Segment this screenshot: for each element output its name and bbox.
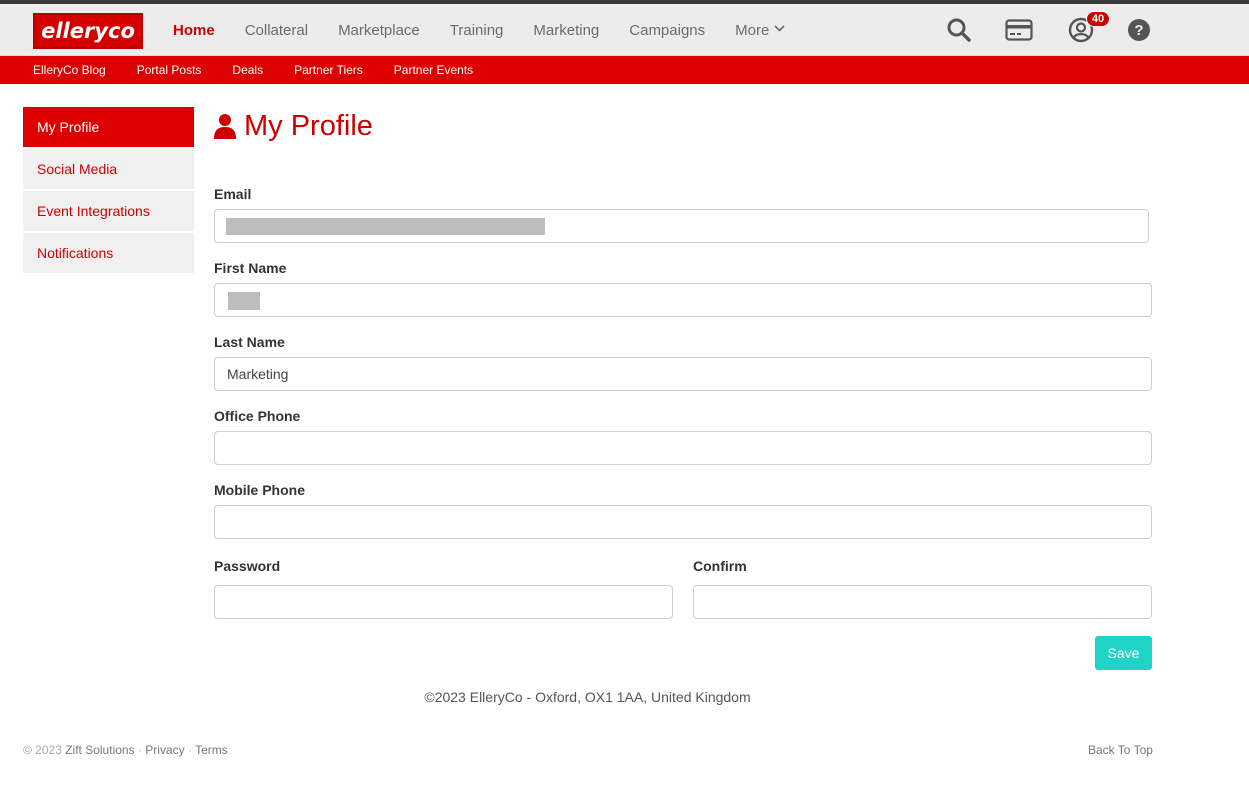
subnav-blog[interactable]: ElleryCo Blog — [33, 63, 106, 77]
nav-marketing[interactable]: Marketing — [533, 22, 599, 39]
notification-badge: 40 — [1086, 11, 1110, 27]
nav-training[interactable]: Training — [450, 22, 504, 39]
user-icon — [214, 114, 236, 139]
back-to-top-link[interactable]: Back To Top — [1088, 743, 1153, 757]
sidebar-item-notifications[interactable]: Notifications — [23, 233, 194, 273]
confirm-label: Confirm — [693, 558, 747, 574]
sidebar-item-my-profile[interactable]: My Profile — [23, 107, 194, 147]
sub-navbar: ElleryCo Blog Portal Posts Deals Partner… — [0, 56, 1249, 84]
chevron-down-icon — [774, 25, 785, 32]
main-navbar: elleryco Home Collateral Marketplace Tra… — [0, 4, 1249, 56]
office-phone-field[interactable] — [214, 431, 1152, 465]
subnav-partner-tiers[interactable]: Partner Tiers — [294, 63, 363, 77]
nav-more-label: More — [735, 21, 770, 39]
company-copyright: ©2023 ElleryCo - Oxford, OX1 1AA, United… — [424, 689, 751, 705]
email-label: Email — [214, 186, 252, 202]
subnav-deals[interactable]: Deals — [232, 63, 263, 77]
sidebar-item-social-media[interactable]: Social Media — [23, 149, 194, 189]
nav-campaigns[interactable]: Campaigns — [629, 22, 705, 39]
save-button[interactable]: Save — [1095, 636, 1152, 670]
main-nav: Home Collateral Marketplace Training Mar… — [173, 4, 815, 56]
page-title: My Profile — [214, 108, 373, 144]
first-name-label: First Name — [214, 260, 287, 276]
privacy-link[interactable]: Privacy — [145, 743, 184, 757]
logo[interactable]: elleryco — [33, 13, 143, 49]
help-icon[interactable]: ? — [1125, 16, 1153, 44]
sidebar-item-event-integrations[interactable]: Event Integrations — [23, 191, 194, 231]
footer-copyright: © 2023 — [23, 743, 62, 757]
nav-marketplace[interactable]: Marketplace — [338, 22, 420, 39]
office-phone-label: Office Phone — [214, 408, 301, 424]
search-icon[interactable] — [945, 16, 973, 44]
password-field[interactable] — [214, 585, 673, 619]
last-name-label: Last Name — [214, 334, 285, 350]
email-field[interactable] — [214, 209, 1149, 243]
zift-solutions-link[interactable]: Zift Solutions — [65, 743, 134, 757]
first-name-field[interactable] — [214, 283, 1152, 317]
nav-collateral[interactable]: Collateral — [245, 22, 308, 39]
mobile-phone-field[interactable] — [214, 505, 1152, 539]
nav-more[interactable]: More — [735, 22, 785, 39]
footer-links: © 2023 Zift Solutions · Privacy · Terms — [23, 743, 228, 757]
logo-text: elleryco — [41, 19, 135, 43]
credit-card-icon[interactable] — [1005, 16, 1033, 44]
subnav-portal-posts[interactable]: Portal Posts — [137, 63, 202, 77]
mobile-phone-label: Mobile Phone — [214, 482, 305, 498]
subnav-partner-events[interactable]: Partner Events — [394, 63, 473, 77]
svg-text:?: ? — [1134, 22, 1143, 39]
profile-sidebar: My Profile Social Media Event Integratio… — [23, 107, 194, 275]
footer-separator: · — [187, 743, 192, 757]
confirm-password-field[interactable] — [693, 585, 1152, 619]
terms-link[interactable]: Terms — [195, 743, 228, 757]
page-title-text: My Profile — [244, 109, 373, 142]
password-label: Password — [214, 558, 281, 574]
footer-separator: · — [137, 743, 142, 757]
last-name-field[interactable] — [214, 357, 1152, 391]
nav-home[interactable]: Home — [173, 22, 215, 39]
